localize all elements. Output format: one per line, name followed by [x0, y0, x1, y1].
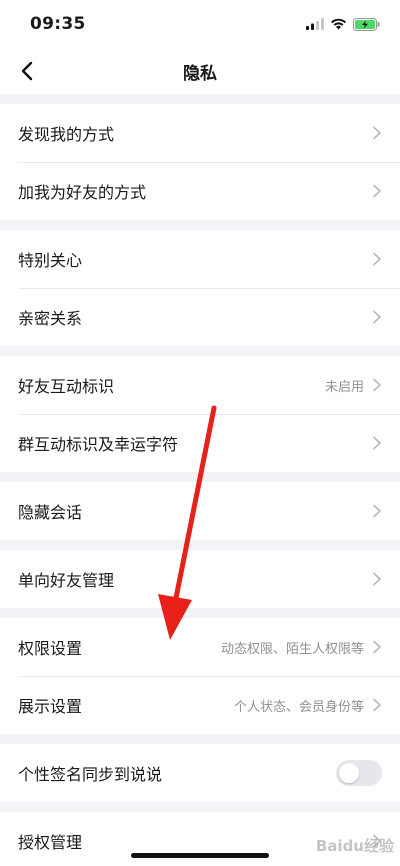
signature-sync-toggle[interactable] [336, 760, 382, 786]
nav-bar: 隐私 [0, 48, 400, 94]
status-time: 09:35 [30, 14, 86, 34]
row-label: 单向好友管理 [18, 571, 115, 590]
row-label: 隐藏会话 [18, 503, 83, 522]
row-special-care[interactable]: 特别关心 [0, 230, 400, 288]
row-label: 加我为好友的方式 [18, 183, 147, 202]
wifi-icon [331, 18, 346, 30]
row-label: 群互动标识及幸运字符 [18, 435, 179, 454]
row-value: 个人状态、会员身份等 [233, 699, 364, 715]
chevron-right-icon [373, 310, 381, 324]
chevron-right-icon [373, 378, 381, 392]
status-bar: 09:35 [0, 0, 400, 48]
row-signature-sync: 个性签名同步到说说 [0, 744, 400, 802]
chevron-right-icon [373, 436, 381, 450]
chevron-right-icon [373, 640, 381, 654]
row-value: 未启用 [324, 379, 364, 395]
watermark: Baidu经验 [315, 837, 394, 855]
row-label: 个性签名同步到说说 [18, 765, 163, 784]
chevron-right-icon [373, 126, 381, 140]
row-permission-settings[interactable]: 权限设置 动态权限、陌生人权限等 [0, 618, 400, 676]
status-icons [306, 17, 380, 31]
settings-group-one-way-friends: 单向好友管理 [0, 550, 400, 608]
row-one-way-friends[interactable]: 单向好友管理 [0, 550, 400, 608]
row-label: 特别关心 [18, 251, 83, 270]
settings-group-discovery: 发现我的方式 加我为好友的方式 [0, 104, 400, 220]
back-button[interactable] [12, 56, 42, 86]
settings-group-hidden-chats: 隐藏会话 [0, 482, 400, 540]
row-label: 授权管理 [18, 833, 83, 852]
row-value: 动态权限、陌生人权限等 [220, 641, 364, 657]
chevron-right-icon [373, 572, 381, 586]
settings-group-relations: 特别关心 亲密关系 [0, 230, 400, 346]
chevron-right-icon [373, 698, 381, 712]
chevron-right-icon [373, 252, 381, 266]
toggle-knob [339, 763, 359, 783]
row-hidden-chats[interactable]: 隐藏会话 [0, 482, 400, 540]
chevron-right-icon [373, 184, 381, 198]
chevron-left-icon [21, 61, 33, 81]
row-display-settings[interactable]: 展示设置 个人状态、会员身份等 [0, 676, 400, 734]
page-title: 隐私 [183, 63, 217, 84]
settings-group-permissions: 权限设置 动态权限、陌生人权限等 展示设置 个人状态、会员身份等 [0, 618, 400, 734]
row-label: 好友互动标识 [18, 377, 115, 396]
row-group-interaction-badge[interactable]: 群互动标识及幸运字符 [0, 414, 400, 472]
settings-group-signature-sync: 个性签名同步到说说 [0, 744, 400, 802]
battery-charging-icon [353, 17, 380, 31]
chevron-right-icon [373, 504, 381, 518]
settings-group-interaction: 好友互动标识 未启用 群互动标识及幸运字符 [0, 356, 400, 472]
row-label: 权限设置 [18, 639, 83, 658]
row-label: 亲密关系 [18, 309, 83, 328]
home-indicator [131, 853, 269, 858]
row-label: 展示设置 [18, 697, 83, 716]
row-add-friend-method[interactable]: 加我为好友的方式 [0, 162, 400, 220]
row-intimate-relation[interactable]: 亲密关系 [0, 288, 400, 346]
row-label: 发现我的方式 [18, 125, 115, 144]
row-discover-me[interactable]: 发现我的方式 [0, 104, 400, 162]
signal-icon [306, 18, 324, 30]
row-friend-interaction-badge[interactable]: 好友互动标识 未启用 [0, 356, 400, 414]
